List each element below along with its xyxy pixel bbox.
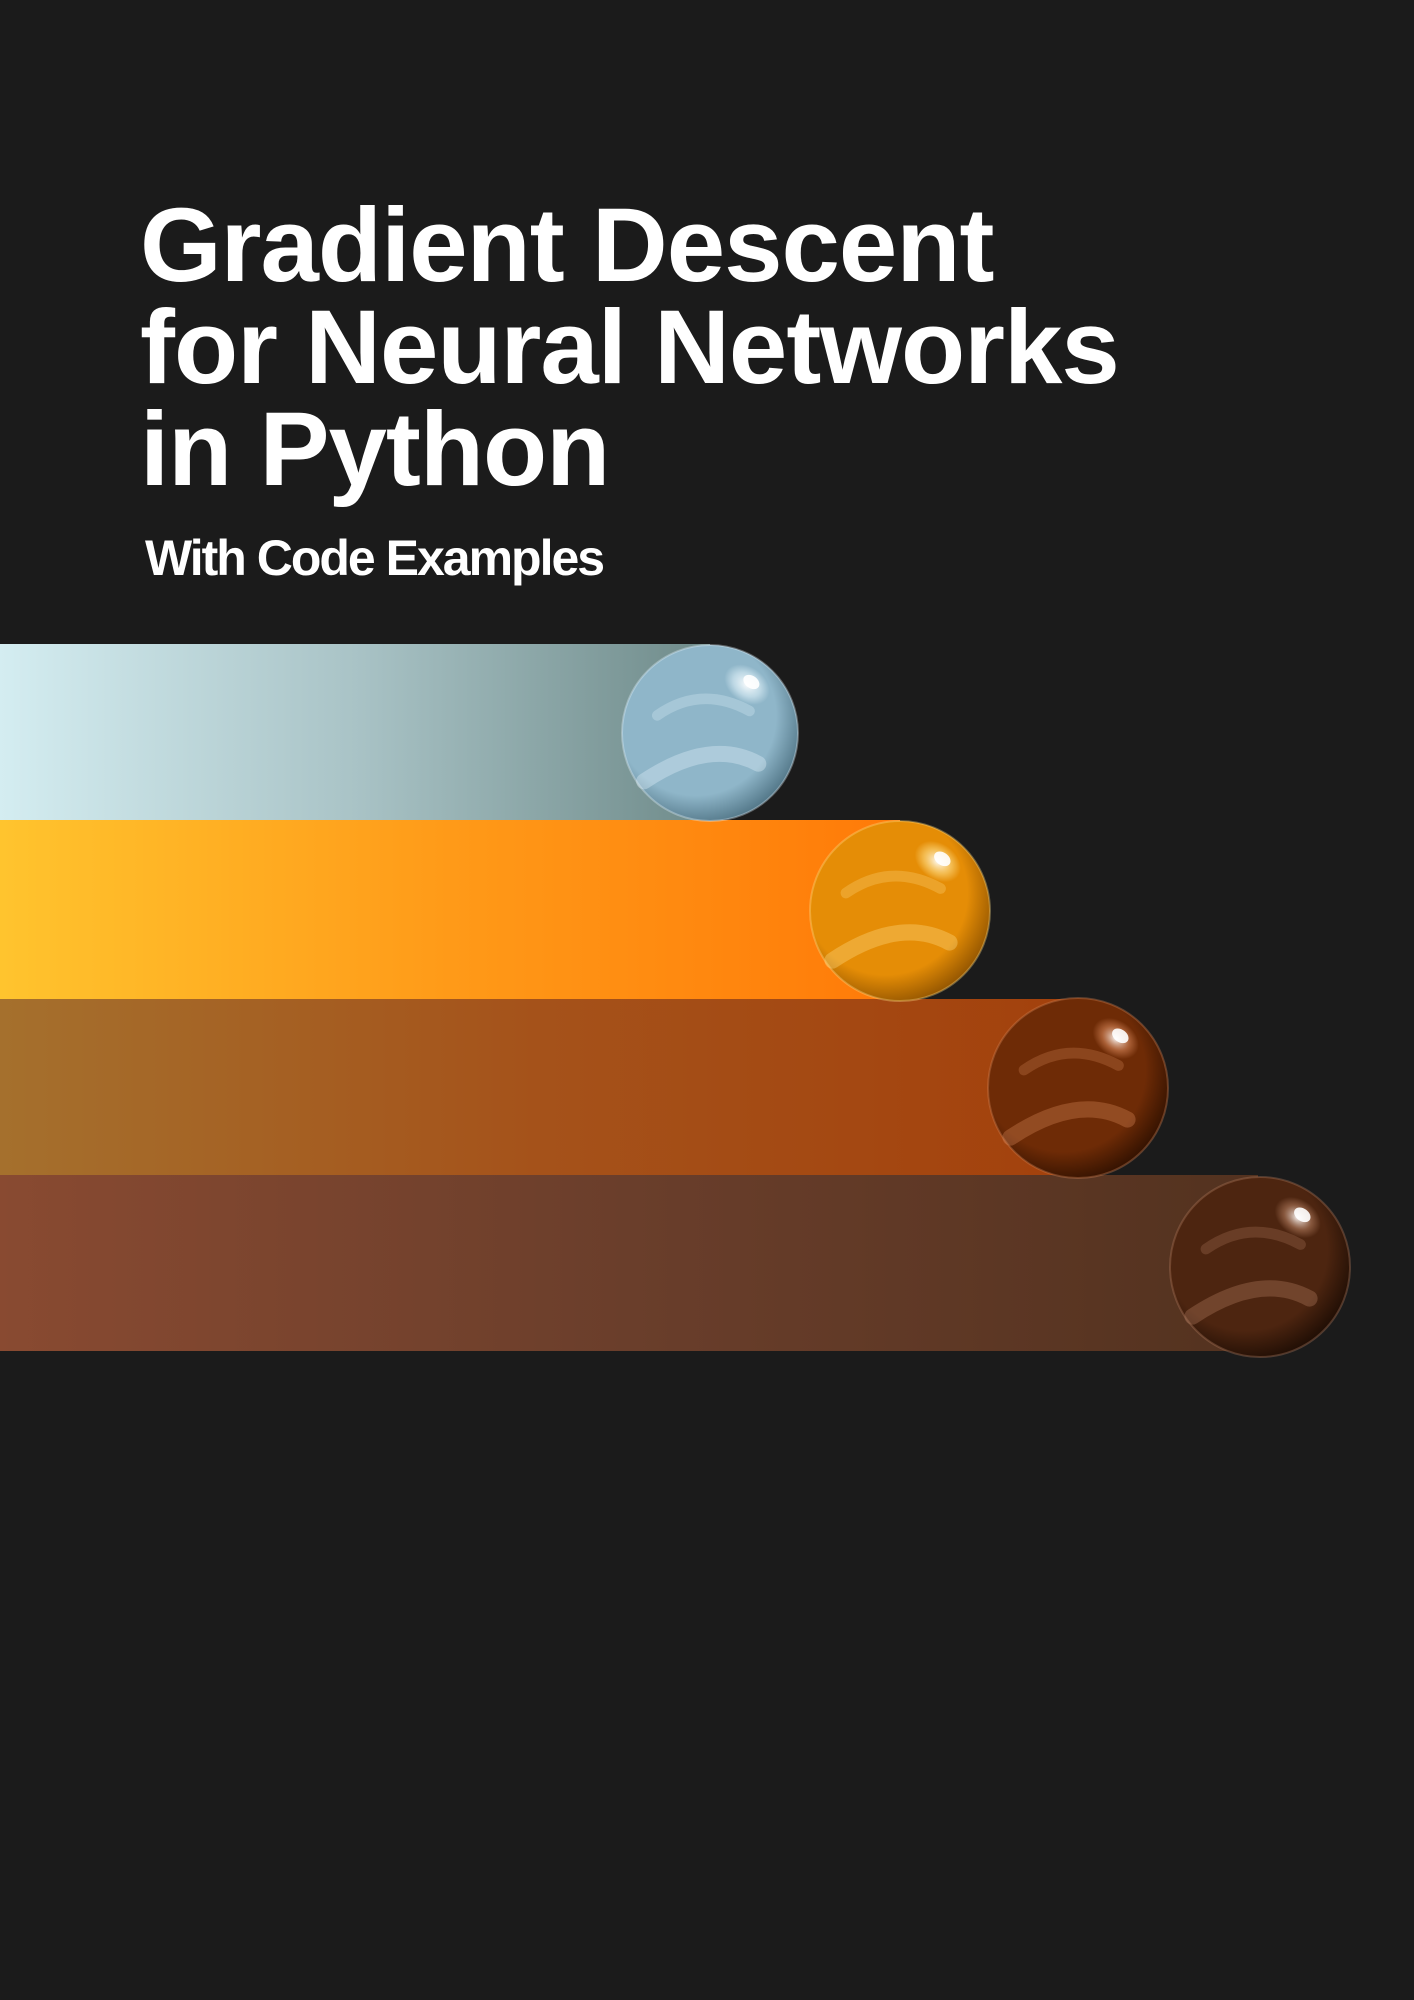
cover-subtitle: With Code Examples [145,530,605,586]
sphere-rust [987,997,1169,1179]
sphere-brown [1169,1176,1351,1358]
sphere-pale-blue [621,644,799,822]
stripe-pale-blue [0,644,710,820]
cover-title-line-1: Gradient Descent [140,187,994,304]
stripe-rust [0,999,1078,1175]
cover-title-line-3: in Python [140,391,610,508]
cover-title-line-2: for Neural Networks [140,289,1120,406]
stripe-orange [0,820,900,999]
cover-title: Gradient Descent for Neural Networks in … [140,187,1120,508]
sphere-orange [809,820,991,1002]
book-cover: Gradient Descent for Neural Networks in … [0,0,1414,2000]
stripe-brown [0,1175,1258,1351]
